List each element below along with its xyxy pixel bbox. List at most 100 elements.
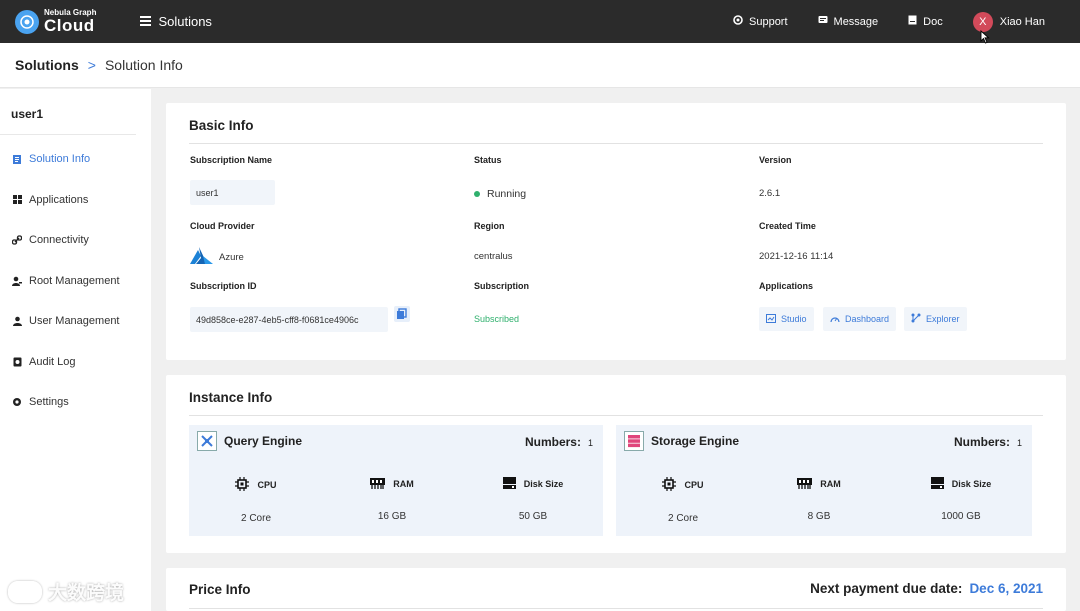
price-info-card: Price Info Next payment due date: Dec 6, … xyxy=(166,568,1066,611)
storage-engine-icon xyxy=(624,431,644,451)
graph-icon xyxy=(911,313,921,325)
cpu-label: CPU xyxy=(257,480,277,490)
numbers-label: Numbers: xyxy=(524,435,581,449)
gear-icon xyxy=(12,397,22,407)
instance-info-title: Instance Info xyxy=(189,390,273,405)
watermark-text: 大数跨境 xyxy=(48,583,125,604)
avatar[interactable]: X xyxy=(972,11,993,32)
instance-info-card: Instance Info Query Engine Numbers: 1 CPU… xyxy=(166,375,1066,553)
watermark-logo-icon xyxy=(8,580,42,603)
query-engine-numbers: Numbers: 1 xyxy=(525,435,593,449)
subscription-label: Subscription xyxy=(474,281,530,291)
disk-value: 50 GB xyxy=(518,511,548,522)
user-key-icon xyxy=(12,276,22,286)
link-icon xyxy=(12,235,22,245)
ram-label: RAM xyxy=(820,479,841,489)
ram-label: RAM xyxy=(393,479,414,489)
query-cpu: CPU 2 Core xyxy=(201,477,311,524)
ram-icon xyxy=(370,477,386,491)
watermark: 大数跨境 xyxy=(8,578,124,605)
studio-button[interactable]: Studio xyxy=(759,307,814,331)
ram-value: 8 GB xyxy=(807,511,831,522)
subscription-name-value: user1 xyxy=(190,180,275,205)
subscription-id-value: 49d858ce-e287-4eb5-cff8-f0681ce4906c xyxy=(190,307,388,332)
list-icon xyxy=(140,14,152,29)
dashboard-button[interactable]: Dashboard xyxy=(823,307,897,331)
disk-value: 1000 GB xyxy=(941,511,981,522)
version-label: Version xyxy=(759,155,792,165)
cpu-value: 2 Core xyxy=(240,513,271,524)
due-label: Next payment due date: xyxy=(810,581,963,596)
top-navbar: Nebula Graph Cloud Solutions Support Mes… xyxy=(0,0,1080,43)
sidebar-item-settings[interactable]: Settings xyxy=(0,382,151,423)
doc-link[interactable]: Doc xyxy=(908,15,943,28)
subscription-status: Subscribed xyxy=(474,314,520,324)
divider xyxy=(189,608,1043,609)
gauge-icon xyxy=(830,314,840,325)
sidebar-item-label: Root Management xyxy=(29,274,120,287)
breadcrumb-root[interactable]: Solutions xyxy=(15,57,79,73)
sidebar-item-label: Connectivity xyxy=(29,234,89,247)
cloud-provider-label: Cloud Provider xyxy=(190,221,255,231)
query-engine-name: Query Engine xyxy=(224,434,303,448)
status-badge: Running xyxy=(474,188,526,200)
version-value: 2.6.1 xyxy=(759,188,781,199)
region-value: centralus xyxy=(474,251,513,262)
support-link[interactable]: Support xyxy=(733,15,788,28)
sidebar-item-label: Audit Log xyxy=(29,355,76,368)
support-label: Support xyxy=(749,15,788,28)
message-link[interactable]: Message xyxy=(818,15,878,28)
sidebar-item-applications[interactable]: Applications xyxy=(0,180,151,221)
query-engine-icon xyxy=(197,431,217,451)
storage-disk: Disk Size 1000 GB xyxy=(906,477,1016,522)
doc-label: Doc xyxy=(923,15,943,28)
storage-ram: RAM 8 GB xyxy=(764,477,874,522)
nav-solutions-label: Solutions xyxy=(158,14,212,29)
cpu-label: CPU xyxy=(684,480,704,490)
cloud-provider-text: Azure xyxy=(219,252,244,263)
studio-icon xyxy=(766,313,776,325)
numbers-label: Numbers: xyxy=(953,435,1010,449)
basic-info-title: Basic Info xyxy=(189,118,254,133)
sidebar-user: user1 xyxy=(0,89,136,135)
divider xyxy=(189,143,1043,144)
basic-info-card: Basic Info Subscription Name user1 Statu… xyxy=(166,103,1066,360)
cpu-icon xyxy=(235,477,250,493)
sidebar-item-audit-log[interactable]: Audit Log xyxy=(0,342,151,383)
log-icon xyxy=(12,357,22,367)
sidebar-item-solution-info[interactable]: Solution Info xyxy=(0,139,151,180)
doc-icon xyxy=(908,15,917,28)
support-icon xyxy=(733,15,743,28)
disk-label: Disk Size xyxy=(951,479,992,489)
storage-cpu: CPU 2 Core xyxy=(628,477,738,524)
logo[interactable]: Nebula Graph Cloud xyxy=(15,9,96,34)
next-payment: Next payment due date: Dec 6, 2021 xyxy=(810,581,1043,596)
sidebar-item-label: Applications xyxy=(29,193,89,206)
sidebar-item-root-management[interactable]: Root Management xyxy=(0,261,151,302)
copy-icon[interactable] xyxy=(394,306,410,327)
sidebar-item-label: Settings xyxy=(29,396,69,409)
explorer-button[interactable]: Explorer xyxy=(904,307,967,331)
numbers-value: 1 xyxy=(1016,438,1022,448)
query-disk: Disk Size 50 GB xyxy=(478,477,588,522)
user-name[interactable]: Xiao Han xyxy=(1000,16,1045,28)
mouse-cursor-icon xyxy=(980,29,990,49)
sidebar-item-label: Solution Info xyxy=(29,153,91,166)
cpu-value: 2 Core xyxy=(667,513,698,524)
azure-icon xyxy=(190,247,213,268)
nav-solutions[interactable]: Solutions xyxy=(140,14,212,29)
breadcrumb: Solutions > Solution Info xyxy=(0,43,1080,88)
studio-label: Studio xyxy=(781,314,807,324)
sidebar-item-user-management[interactable]: User Management xyxy=(0,301,151,342)
message-icon xyxy=(818,15,828,28)
dashboard-label: Dashboard xyxy=(845,314,890,324)
storage-engine-panel: Storage Engine Numbers: 1 CPU 2 Core RAM … xyxy=(616,425,1032,536)
divider xyxy=(189,415,1043,416)
subscription-id-label: Subscription ID xyxy=(190,281,257,291)
explorer-label: Explorer xyxy=(926,314,960,324)
sidebar-item-connectivity[interactable]: Connectivity xyxy=(0,220,151,261)
ram-value: 16 GB xyxy=(377,511,407,522)
sidebar-item-label: User Management xyxy=(29,315,120,328)
status-label: Status xyxy=(474,155,502,165)
breadcrumb-current: Solution Info xyxy=(104,57,183,73)
